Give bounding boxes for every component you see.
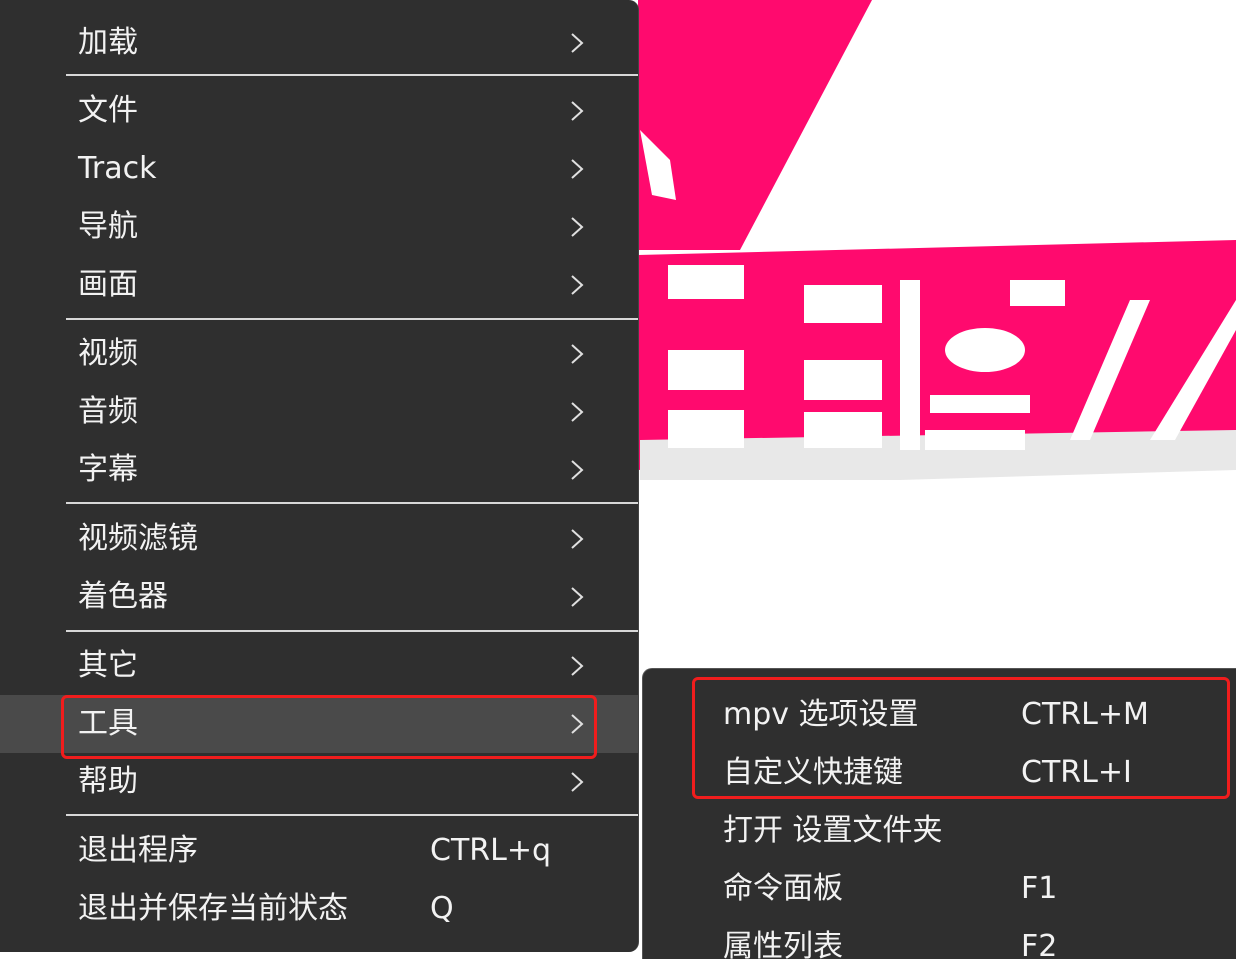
menu-item-label: 退出并保存当前状态 [78, 891, 348, 926]
submenu-item-shortcut: F1 [1021, 871, 1058, 906]
menu-item-label: 帮助 [78, 764, 138, 799]
submenu-item-property-list[interactable]: 属性列表 F2 [643, 918, 1236, 976]
submenu-item-label: 命令面板 [723, 871, 843, 906]
menu-item-help[interactable]: 帮助 [0, 753, 638, 811]
chevron-right-icon [571, 159, 584, 179]
chevron-right-icon [571, 344, 584, 364]
menu-item-video-filters[interactable]: 视频滤镜 [0, 510, 638, 568]
chevron-right-icon [571, 772, 584, 792]
chevron-right-icon [571, 529, 584, 549]
menu-item-label: 加载 [78, 25, 138, 60]
menu-item-label: 视频 [78, 336, 138, 371]
menu-item-subtitles[interactable]: 字幕 [0, 441, 638, 499]
chevron-right-icon [571, 217, 584, 237]
menu-item-shaders[interactable]: 着色器 [0, 568, 638, 626]
menu-item-label: 音频 [78, 394, 138, 429]
menu-item-quit[interactable]: 退出程序 CTRL+q [0, 822, 638, 880]
menu-item-label: 导航 [78, 209, 138, 244]
chevron-right-icon [571, 101, 584, 121]
menu-separator [66, 814, 638, 816]
menu-item-label: 画面 [78, 267, 138, 302]
submenu-item-label: 打开 设置文件夹 [723, 813, 943, 848]
chevron-right-icon [571, 33, 584, 53]
menu-item-label: 字幕 [78, 452, 138, 487]
menu-item-track[interactable]: Track [0, 140, 638, 198]
menu-separator [66, 502, 638, 504]
menu-item-label: 其它 [78, 648, 138, 683]
menu-item-file[interactable]: 文件 [0, 82, 638, 140]
menu-item-label: Track [78, 151, 157, 186]
menu-item-navigation[interactable]: 导航 [0, 198, 638, 256]
submenu-item-shortcut: F2 [1021, 929, 1058, 964]
menu-item-video[interactable]: 视频 [0, 325, 638, 383]
menu-item-label: 退出程序 [78, 833, 198, 868]
submenu-item-label: 属性列表 [723, 929, 843, 964]
highlight-annotation [692, 677, 1230, 799]
menu-item-other[interactable]: 其它 [0, 637, 638, 695]
chevron-right-icon [571, 460, 584, 480]
menu-item-label: 着色器 [78, 579, 168, 614]
menu-item-load[interactable]: 加载 [0, 14, 638, 72]
submenu-item-open-config-folder[interactable]: 打开 设置文件夹 [643, 802, 1236, 860]
menu-item-shortcut: CTRL+q [430, 833, 552, 868]
menu-item-audio[interactable]: 音频 [0, 383, 638, 441]
context-menu: 加载 文件 Track 导航 画面 视频 音频 字幕 视频滤镜 着色器 其它 工… [0, 0, 639, 952]
menu-separator [66, 74, 638, 76]
highlight-annotation [61, 695, 597, 759]
chevron-right-icon [571, 587, 584, 607]
menu-separator [66, 630, 638, 632]
menu-item-label: 视频滤镜 [78, 521, 198, 556]
menu-separator [66, 318, 638, 320]
chevron-right-icon [571, 402, 584, 422]
menu-item-picture[interactable]: 画面 [0, 256, 638, 314]
chevron-right-icon [571, 275, 584, 295]
menu-item-quit-watch-later[interactable]: 退出并保存当前状态 Q [0, 880, 638, 938]
menu-item-label: 文件 [78, 93, 138, 128]
menu-item-shortcut: Q [430, 891, 454, 926]
submenu-item-command-palette[interactable]: 命令面板 F1 [643, 860, 1236, 918]
chevron-right-icon [571, 656, 584, 676]
